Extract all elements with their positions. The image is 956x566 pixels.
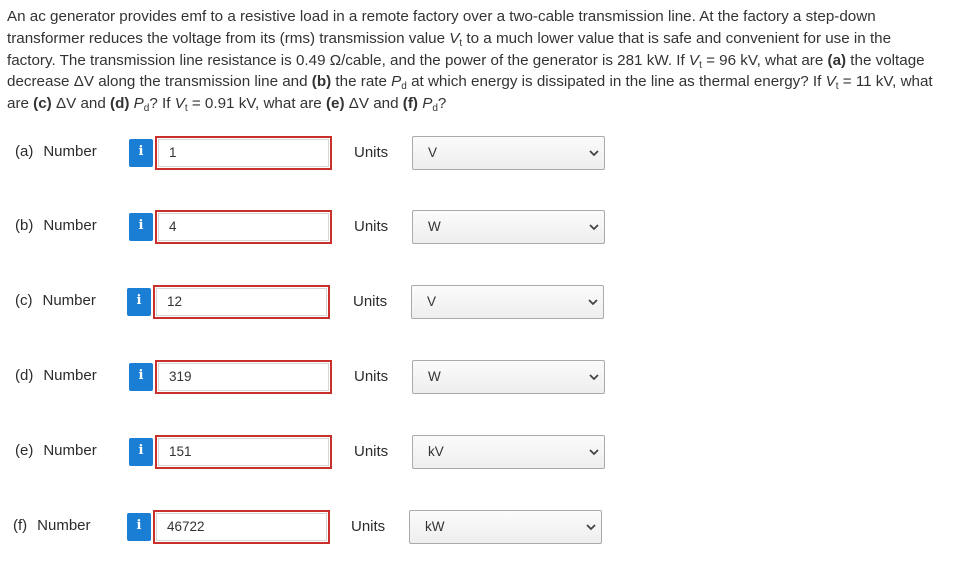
units-selected-d: W [428, 369, 441, 384]
answer-value-a: 1 [158, 139, 329, 167]
units-label-a: Units [354, 144, 389, 161]
part-label-e: (e) Number [15, 442, 97, 459]
part-label-b: (b) Number [15, 217, 97, 234]
info-icon[interactable]: i [129, 363, 153, 391]
units-select-d[interactable]: W [412, 360, 605, 394]
answer-row-f: (f) Number i 46722 Units kW [0, 510, 956, 544]
answer-input-a[interactable]: 1 [155, 136, 332, 170]
answer-input-b[interactable]: 4 [155, 210, 332, 244]
units-label-c: Units [353, 293, 388, 310]
part-label-c: (c) Number [15, 292, 96, 309]
chevron-down-icon [589, 224, 599, 231]
answer-row-a: (a) Number i 1 Units V [0, 136, 956, 170]
info-icon[interactable]: i [129, 139, 153, 167]
units-label-f: Units [351, 518, 386, 535]
units-selected-b: W [428, 219, 441, 234]
units-select-b[interactable]: W [412, 210, 605, 244]
answer-input-f[interactable]: 46722 [153, 510, 330, 544]
chevron-down-icon [589, 449, 599, 456]
answer-row-b: (b) Number i 4 Units W [0, 210, 956, 244]
units-select-c[interactable]: V [411, 285, 604, 319]
info-icon[interactable]: i [129, 438, 153, 466]
chevron-down-icon [589, 374, 599, 381]
chevron-down-icon [588, 299, 598, 306]
units-label-d: Units [354, 368, 389, 385]
units-label-b: Units [354, 218, 389, 235]
answer-row-d: (d) Number i 319 Units W [0, 360, 956, 394]
answer-value-f: 46722 [156, 513, 327, 541]
answer-value-c: 12 [156, 288, 327, 316]
units-select-e[interactable]: kV [412, 435, 605, 469]
units-selected-f: kW [425, 519, 445, 534]
chevron-down-icon [589, 150, 599, 157]
part-label-a: (a) Number [15, 143, 97, 160]
answer-value-d: 319 [158, 363, 329, 391]
info-icon[interactable]: i [127, 513, 151, 541]
answer-input-e[interactable]: 151 [155, 435, 332, 469]
part-label-d: (d) Number [15, 367, 97, 384]
units-selected-e: kV [428, 444, 444, 459]
answer-row-e: (e) Number i 151 Units kV [0, 435, 956, 469]
chevron-down-icon [586, 524, 596, 531]
units-selected-a: V [428, 145, 438, 160]
part-label-f: (f) Number [13, 517, 91, 534]
units-select-a[interactable]: V [412, 136, 605, 170]
info-icon[interactable]: i [129, 213, 153, 241]
answer-value-b: 4 [158, 213, 329, 241]
units-select-f[interactable]: kW [409, 510, 602, 544]
units-label-e: Units [354, 443, 389, 460]
info-icon[interactable]: i [127, 288, 151, 316]
answer-input-c[interactable]: 12 [153, 285, 330, 319]
units-selected-c: V [427, 294, 437, 309]
question-text: An ac generator provides emf to a resist… [7, 8, 933, 115]
answer-input-d[interactable]: 319 [155, 360, 332, 394]
answer-value-e: 151 [158, 438, 329, 466]
answer-row-c: (c) Number i 12 Units V [0, 285, 956, 319]
